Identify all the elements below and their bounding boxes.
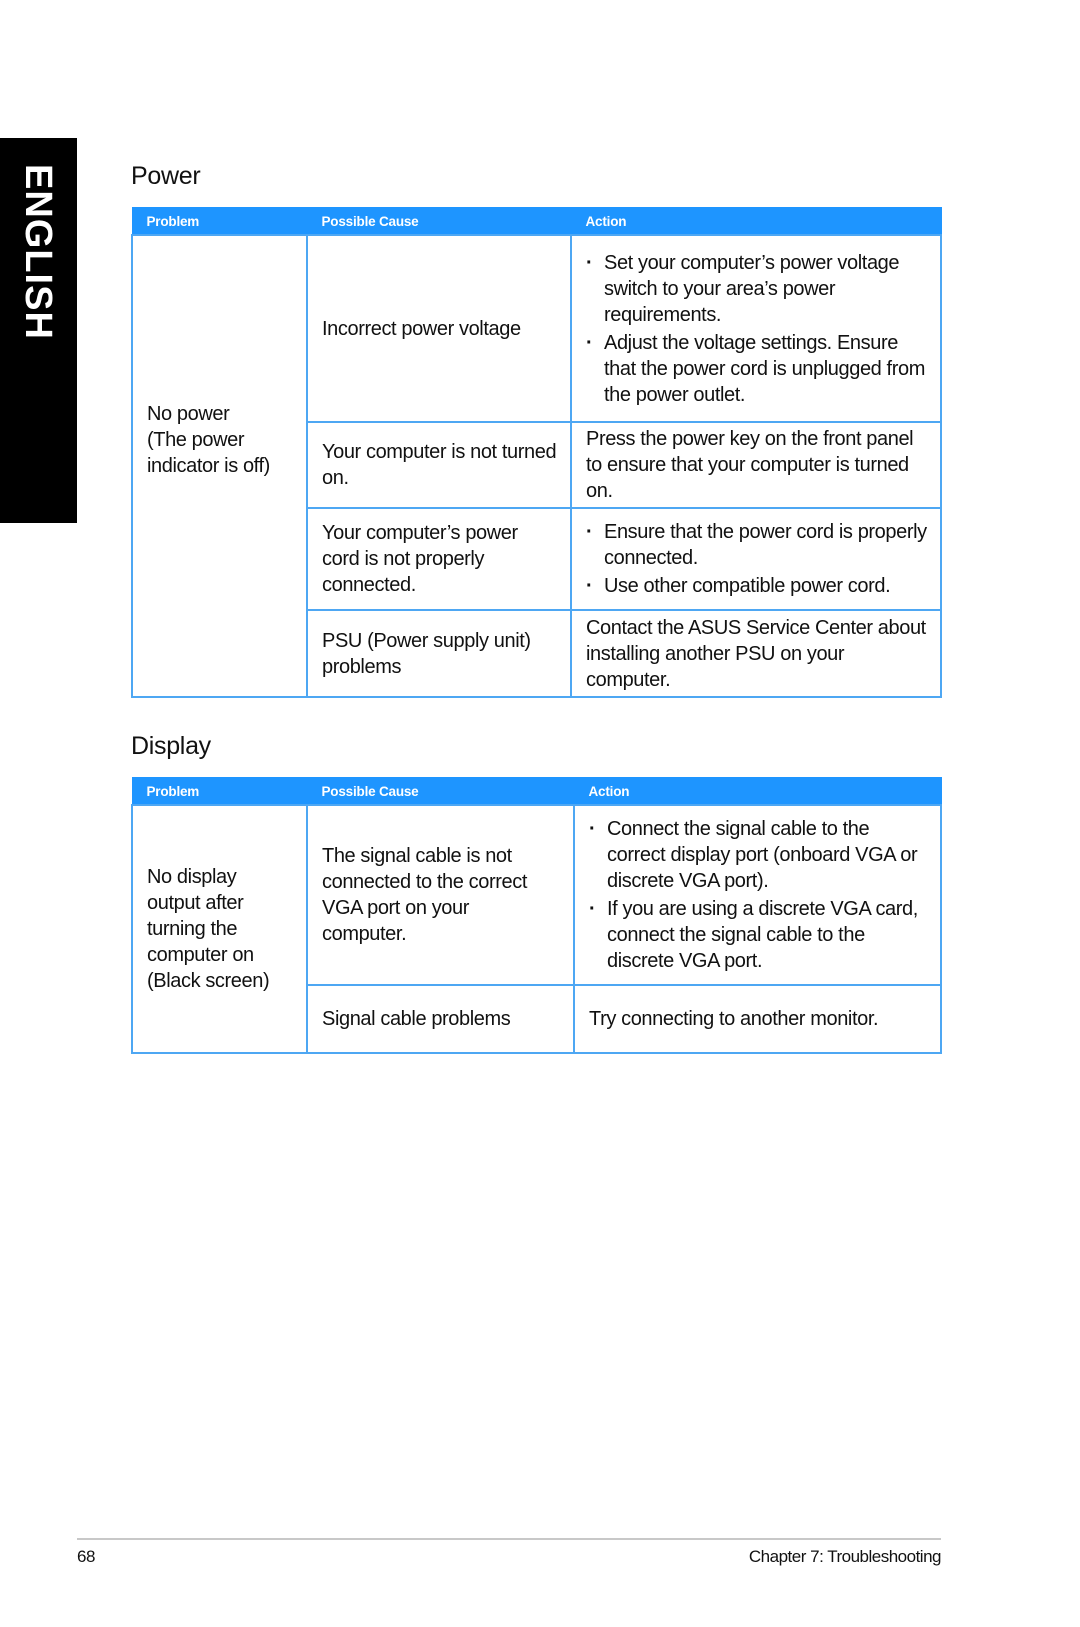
header-possible-cause: Possible Cause — [306, 207, 572, 236]
action-bullet: Connect the signal cable to the correct … — [589, 816, 930, 894]
header-problem: Problem — [131, 207, 308, 236]
action-bullet: Ensure that the power cord is properly c… — [586, 519, 930, 571]
action-cell: Set your computer’s power voltage switch… — [570, 234, 942, 423]
problem-text: No power (The power indicator is off) — [147, 403, 270, 477]
cause-cell: The signal cable is not connected to the… — [306, 804, 575, 986]
language-label: ENGLISH — [17, 164, 59, 340]
action-cell: Press the power key on the front panel t… — [570, 421, 942, 509]
power-section-title: Power — [131, 162, 201, 190]
cause-cell: PSU (Power supply unit) problems — [306, 609, 572, 698]
action-bullet: Adjust the voltage settings. Ensure that… — [586, 330, 930, 408]
action-bullet: If you are using a discrete VGA card, co… — [589, 896, 930, 974]
display-table-header: Problem Possible Cause Action — [131, 777, 942, 806]
cause-cell: Signal cable problems — [306, 984, 575, 1054]
cause-cell: Your computer is not turned on. — [306, 421, 572, 509]
table-row: No display output after turning the comp… — [131, 804, 942, 1054]
power-table: Problem Possible Cause Action No power (… — [131, 207, 942, 698]
power-table-header: Problem Possible Cause Action — [131, 207, 942, 236]
display-section-title: Display — [131, 732, 211, 760]
display-table: Problem Possible Cause Action No display… — [131, 777, 942, 1054]
cause-cell: Incorrect power voltage — [306, 234, 572, 423]
action-cell: Ensure that the power cord is properly c… — [570, 507, 942, 611]
problem-cell: No display output after turning the comp… — [131, 804, 308, 1054]
action-bullet: Set your computer’s power voltage switch… — [586, 250, 930, 328]
footer-divider — [77, 1538, 941, 1540]
cause-cell: Your computer’s power cord is not proper… — [306, 507, 572, 611]
action-cell: Try connecting to another monitor. — [573, 984, 942, 1054]
header-action: Action — [570, 207, 942, 236]
action-bullet: Use other compatible power cord. — [586, 573, 930, 599]
page-number: 68 — [77, 1547, 95, 1566]
header-possible-cause: Possible Cause — [306, 777, 575, 806]
action-cell: Contact the ASUS Service Center about in… — [570, 609, 942, 698]
header-problem: Problem — [131, 777, 308, 806]
action-cell: Connect the signal cable to the correct … — [573, 804, 942, 986]
header-action: Action — [573, 777, 942, 806]
language-side-tab: ENGLISH — [0, 138, 77, 523]
problem-cell: No power (The power indicator is off) — [131, 234, 308, 698]
table-row: No power (The power indicator is off) In… — [131, 234, 942, 698]
chapter-title: Chapter 7: Troubleshooting — [748, 1547, 942, 1566]
